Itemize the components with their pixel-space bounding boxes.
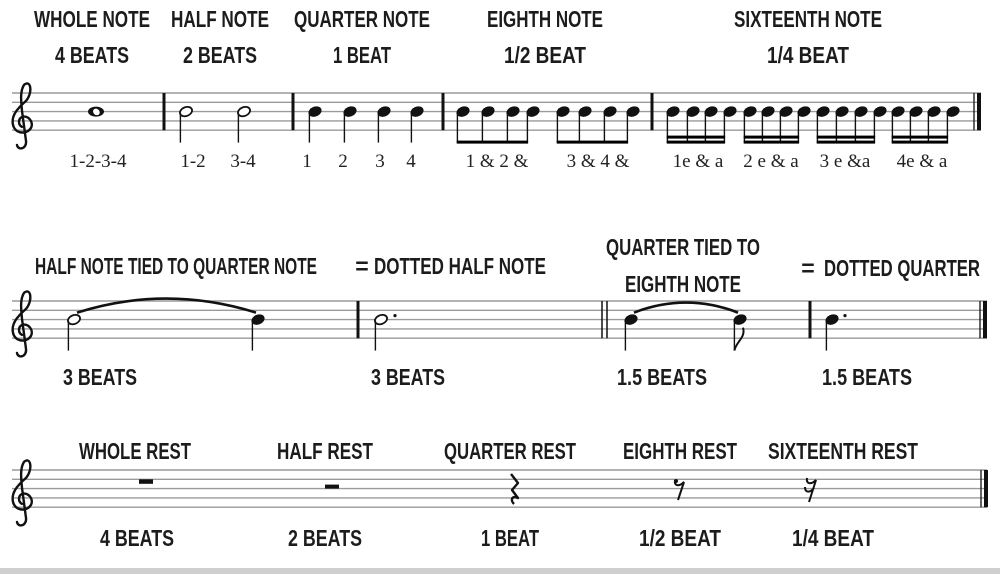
note-beam [816, 135, 876, 139]
note-beam [743, 135, 800, 139]
heading-eighth-note: EIGHTH NOTE [487, 6, 603, 32]
count-label: 1-2-3-4 [70, 151, 127, 172]
final-barline-thick [984, 470, 988, 508]
heading-quarter-note: QUARTER NOTE [294, 6, 430, 32]
eighth-flag [733, 327, 745, 351]
bottom-divider [0, 568, 1000, 574]
heading-whole-note: WHOLE NOTE [34, 6, 150, 32]
beats-label: 1.5 BEATS [822, 364, 912, 390]
beats-label: 1.5 BEATS [617, 364, 707, 390]
beats-sixteenth-rest: 1/4 BEAT [792, 525, 874, 551]
count-label: 3 e &a [820, 151, 871, 172]
count-label: 1e & a [673, 151, 724, 172]
whole-rest-icon [139, 479, 153, 484]
heading-half-rest: HALF REST [277, 438, 373, 464]
beats-whole-note: 4 BEATS [55, 42, 129, 68]
dot [843, 314, 847, 318]
note-beam [456, 140, 529, 144]
row1-counts: 1-2-3-4 1-2 3-4 1 2 3 4 1 & 2 & 3 & 4 & … [70, 151, 948, 172]
final-barline-thick [983, 301, 987, 339]
beats-quarter-rest: 1 BEAT [481, 525, 539, 551]
beats-quarter-note: 1 BEAT [333, 42, 391, 68]
equals-sign: = [801, 255, 814, 281]
heading-eighth-note-tied: EIGHTH NOTE [625, 271, 741, 297]
note-beam [556, 140, 629, 144]
beats-eighth-note: 1/2 BEAT [504, 42, 586, 68]
eighth-rest-dot [674, 479, 678, 483]
beats-sixteenth-note: 1/4 BEAT [767, 42, 849, 68]
beats-whole-rest: 4 BEATS [100, 525, 174, 551]
heading-dotted-half: DOTTED HALF NOTE [374, 253, 546, 279]
count-label: 4e & a [897, 151, 948, 172]
note-beam [891, 140, 949, 144]
heading-quarter-rest: QUARTER REST [444, 438, 576, 464]
count-label: 1 [302, 151, 312, 172]
beats-label: 3 BEATS [371, 364, 445, 390]
count-label: 3 [375, 151, 385, 172]
heading-half-note: HALF NOTE [171, 6, 269, 32]
beats-eighth-rest: 1/2 BEAT [639, 525, 721, 551]
beats-half-rest: 2 BEATS [288, 525, 362, 551]
heading-whole-rest: WHOLE REST [79, 438, 191, 464]
eighth-rest-icon [673, 479, 685, 501]
note-beam [666, 135, 726, 139]
half-rest-icon [325, 484, 339, 489]
count-label: 1-2 [180, 151, 205, 172]
row1-headings: WHOLE NOTE 4 BEATS HALF NOTE 2 BEATS QUA… [34, 6, 882, 68]
row3-headings: WHOLE REST HALF REST QUARTER REST EIGHTH… [79, 438, 918, 551]
dot [393, 314, 397, 318]
heading-quarter-tied: QUARTER TIED TO [606, 234, 760, 260]
heading-half-tied-quarter: HALF NOTE TIED TO QUARTER NOTE [35, 253, 317, 279]
note-beam [816, 140, 876, 144]
heading-eighth-rest: EIGHTH REST [623, 438, 737, 464]
count-label: 3-4 [230, 151, 256, 172]
count-label: 2 e & a [743, 151, 799, 172]
heading-sixteenth-note: SIXTEENTH NOTE [734, 6, 882, 32]
beats-half-note: 2 BEATS [183, 42, 257, 68]
count-label: 3 & 4 & [567, 151, 630, 172]
note-beam [666, 140, 726, 144]
note-beam [891, 135, 949, 139]
music-notation-diagram: WHOLE NOTE 4 BEATS HALF NOTE 2 BEATS QUA… [0, 6, 1000, 574]
note-beam [743, 140, 800, 144]
count-label: 1 & 2 & [466, 151, 529, 172]
equals-sign: = [355, 253, 368, 279]
count-label: 4 [406, 151, 416, 172]
beats-label: 3 BEATS [63, 364, 137, 390]
tie [633, 301, 739, 314]
row2-headings: HALF NOTE TIED TO QUARTER NOTE = DOTTED … [35, 234, 980, 390]
count-label: 2 [338, 151, 348, 172]
heading-dotted-quarter: DOTTED QUARTER [824, 255, 980, 281]
final-barline-thick [977, 93, 981, 131]
heading-sixteenth-rest: SIXTEENTH REST [768, 438, 918, 464]
